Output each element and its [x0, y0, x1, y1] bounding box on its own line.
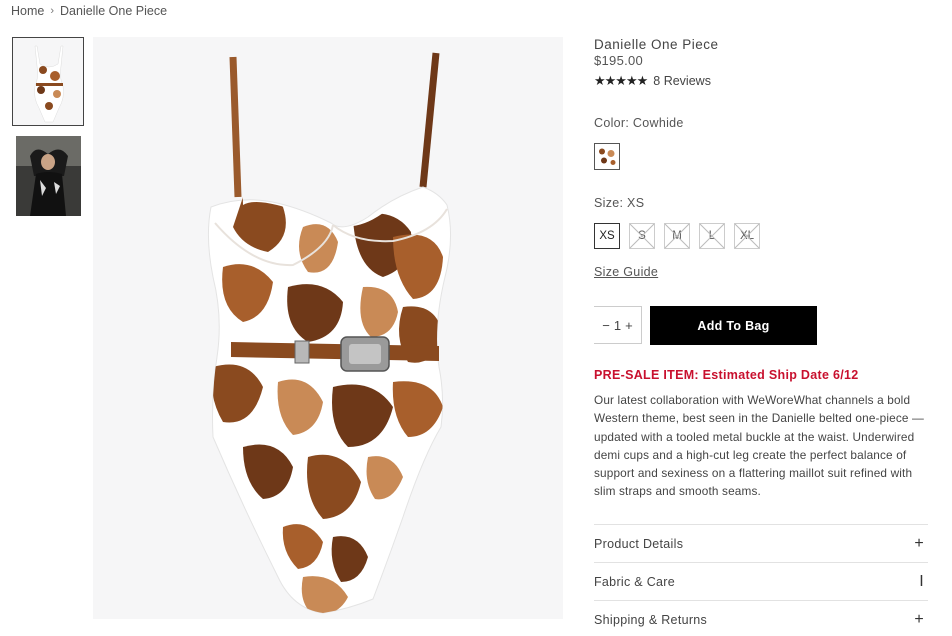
- size-option-m[interactable]: M: [664, 223, 690, 249]
- reviews-link[interactable]: 8 Reviews: [653, 74, 711, 88]
- quantity-increase-button[interactable]: +: [624, 318, 634, 333]
- size-option-l[interactable]: L: [699, 223, 725, 249]
- accordion-shipping-returns[interactable]: Shipping & Returns +: [594, 600, 928, 636]
- presale-notice: PRE-SALE ITEM: Estimated Ship Date 6/12: [594, 368, 859, 382]
- size-selector: XS S M L XL: [594, 223, 760, 249]
- color-label: Color: Cowhide: [594, 116, 684, 130]
- size-option-xs[interactable]: XS: [594, 223, 620, 249]
- accordion-label: Shipping & Returns: [594, 612, 708, 627]
- model-thumbnail-image: [16, 136, 81, 216]
- size-option-s[interactable]: S: [629, 223, 655, 249]
- accordion-label: Product Details: [594, 536, 684, 551]
- swimsuit-thumbnail-image: [13, 38, 83, 125]
- star-rating-icon: ★★★★★: [594, 73, 648, 88]
- accordion-label: Fabric & Care: [594, 574, 676, 589]
- product-rating[interactable]: ★★★★★ 8 Reviews: [594, 73, 711, 89]
- breadcrumb-home-link[interactable]: Home: [11, 4, 44, 18]
- size-label: Size: XS: [594, 196, 645, 210]
- product-price: $195.00: [594, 53, 644, 68]
- thumbnail-product-front[interactable]: [12, 37, 84, 126]
- thumbnail-product-model[interactable]: [16, 136, 81, 216]
- add-to-bag-button[interactable]: Add To Bag: [650, 306, 817, 345]
- chevron-right-icon: ›: [50, 5, 55, 17]
- quantity-stepper: − 1 +: [594, 306, 642, 344]
- quantity-decrease-button[interactable]: −: [601, 318, 611, 333]
- accordion-fabric-care[interactable]: Fabric & Care I: [594, 562, 928, 600]
- breadcrumb: Home › Danielle One Piece: [11, 4, 167, 18]
- color-swatch-cowhide[interactable]: [594, 143, 620, 170]
- minus-icon: I: [919, 572, 924, 590]
- breadcrumb-current: Danielle One Piece: [60, 4, 168, 18]
- cowhide-swimsuit-image: [93, 37, 563, 619]
- plus-icon: +: [914, 534, 924, 552]
- main-product-image[interactable]: [93, 37, 563, 619]
- product-description: Our latest collaboration with WeWoreWhat…: [594, 393, 924, 499]
- plus-icon: +: [914, 610, 924, 628]
- size-guide-link[interactable]: Size Guide: [594, 265, 658, 279]
- size-option-xl[interactable]: XL: [734, 223, 760, 249]
- cowhide-swatch-image: [597, 146, 617, 167]
- accordion-product-details[interactable]: Product Details +: [594, 524, 928, 562]
- quantity-value[interactable]: 1: [613, 318, 622, 333]
- product-title: Danielle One Piece: [594, 37, 719, 52]
